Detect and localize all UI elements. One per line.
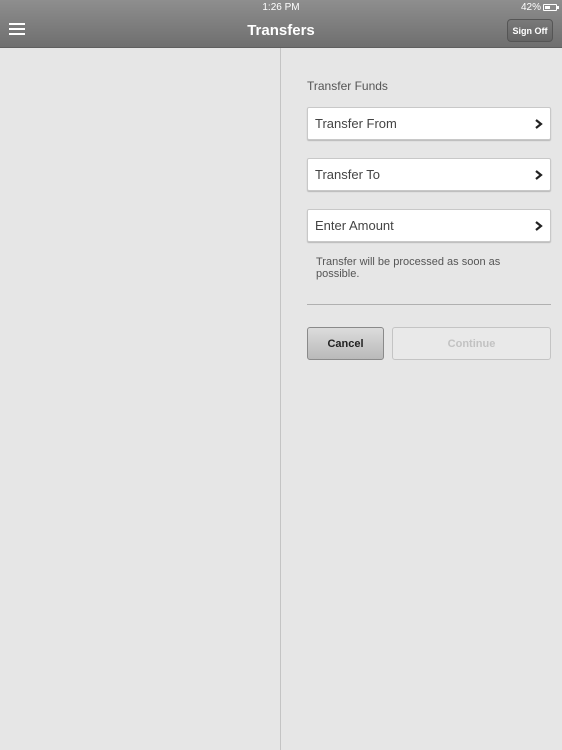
field-label: Enter Amount (315, 218, 394, 233)
field-label: Transfer From (315, 116, 397, 131)
chevron-right-icon (535, 118, 543, 129)
battery-percent: 42% (520, 2, 541, 13)
section-title: Transfer Funds (307, 79, 388, 93)
battery-icon (543, 4, 559, 11)
field-label: Transfer To (315, 167, 381, 182)
page-title: Transfers (247, 22, 315, 39)
enter-amount-field[interactable]: Enter Amount (307, 209, 551, 242)
left-pane (0, 48, 281, 750)
transfer-to-field[interactable]: Transfer To (307, 158, 551, 191)
transfer-from-field[interactable]: Transfer From (307, 107, 551, 140)
cancel-button[interactable]: Cancel (307, 327, 384, 360)
sign-off-button[interactable]: Sign Off (507, 19, 553, 42)
hamburger-menu-icon[interactable] (9, 23, 25, 36)
chevron-right-icon (535, 169, 543, 180)
divider (307, 304, 551, 305)
processing-note: Transfer will be processed as soon as po… (316, 256, 501, 280)
status-time: 1:26 PM (262, 2, 300, 13)
transfer-form-pane: Transfer Funds Transfer From Transfer To… (282, 48, 562, 750)
top-navigation-bar: 1:26 PM 42% Transfers Sign Off (0, 0, 562, 48)
continue-button[interactable]: Continue (392, 327, 551, 360)
battery-status: 42% (520, 2, 559, 13)
chevron-right-icon (535, 220, 543, 231)
